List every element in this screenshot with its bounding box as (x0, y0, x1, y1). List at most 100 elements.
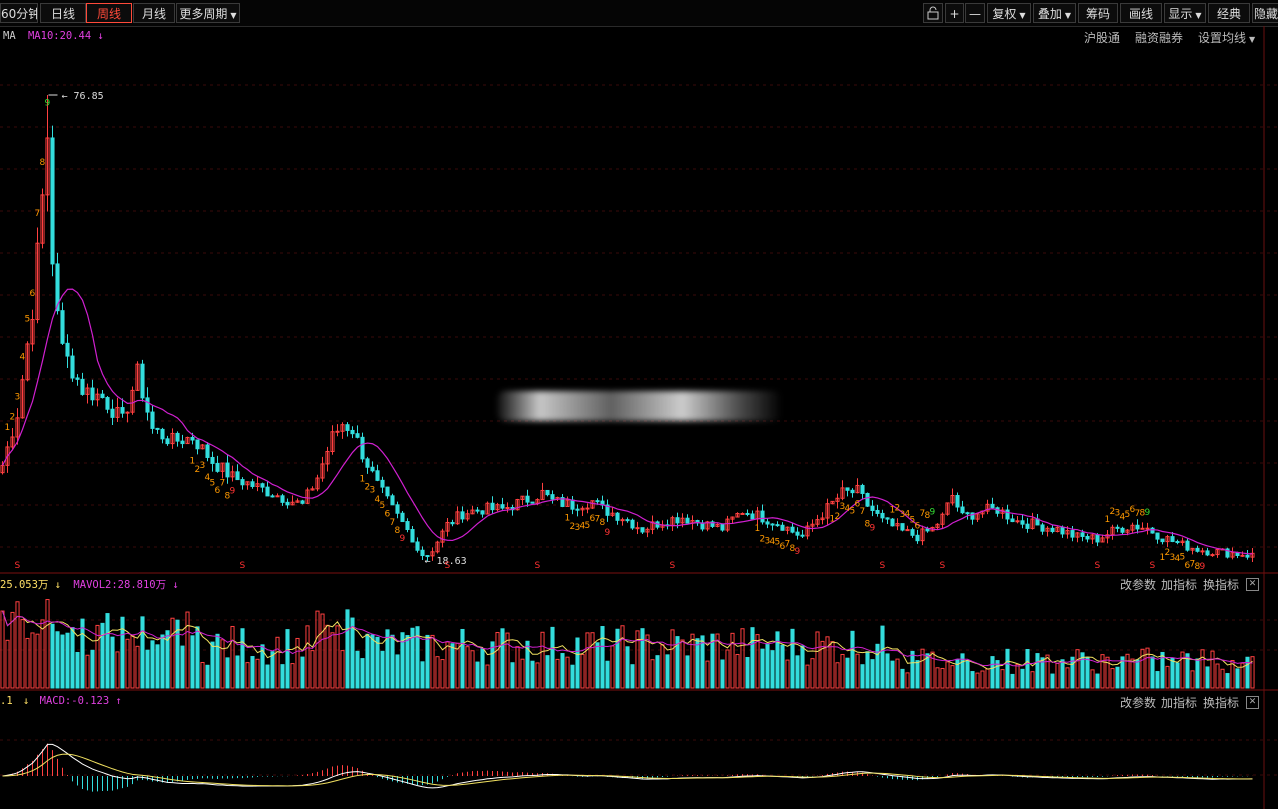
candle-up (620, 519, 625, 522)
volume-bar-up (135, 645, 140, 689)
vol-value: 25.053万 (0, 579, 49, 591)
volume-bar-up (805, 664, 810, 689)
candle-down (640, 527, 645, 533)
volume-bar-up (275, 636, 280, 689)
candle-down (415, 541, 420, 551)
candle-down (450, 521, 455, 525)
candle-down (490, 502, 495, 511)
volume-bar-up (85, 654, 90, 689)
volume-bar-up (295, 637, 300, 689)
macd-switch-indicator[interactable]: 换指标 (1203, 694, 1239, 711)
volume-bar-up (980, 670, 985, 689)
volume-bar-down (560, 653, 565, 689)
volume-bar-down (300, 656, 305, 689)
vol-switch-indicator[interactable]: 换指标 (1203, 576, 1239, 593)
volume-bar-down (900, 668, 905, 689)
sell-signal-marker: S (940, 561, 946, 571)
candle-down (160, 428, 165, 440)
link-margin-trading[interactable]: 融资融券 (1135, 29, 1183, 46)
volume-bar-down (240, 628, 245, 689)
volume-bar-up (810, 658, 815, 689)
candle-down (1070, 530, 1075, 538)
volume-bar-up (940, 667, 945, 689)
candle-down (140, 363, 145, 399)
volume-bar-down (80, 618, 85, 689)
macd-legend: .1 ↓ MACD:-0.123 ↑ (0, 695, 122, 707)
sell-signal-marker: S (445, 561, 451, 571)
volume-bar-up (660, 644, 665, 689)
vol-change-params[interactable]: 改参数 (1120, 576, 1156, 593)
volume-bar-up (840, 653, 845, 689)
candle-down (1025, 523, 1030, 529)
volume-bar-up (40, 619, 45, 689)
volume-bar-down (925, 653, 930, 689)
volume-bar-up (835, 662, 840, 689)
volume-bar-up (200, 661, 205, 689)
volume-bar-up (825, 636, 830, 689)
candle-down (960, 506, 965, 514)
macd-arrow-icon: ↑ (115, 695, 122, 707)
link-hk-connect[interactable]: 沪股通 (1084, 29, 1120, 46)
volume-bar-down (140, 616, 145, 689)
volume-bar-up (830, 641, 835, 689)
candle-down (300, 500, 305, 504)
volume-bar-down (665, 654, 670, 689)
candle-down (955, 495, 960, 508)
volume-bar-down (700, 635, 705, 689)
volume-bar-down (1245, 656, 1250, 689)
candle-down (595, 500, 600, 503)
volume-bar-down (1060, 659, 1065, 689)
link-set-ma[interactable]: 设置均线 ▼ (1198, 29, 1255, 46)
sell-signal-marker: S (240, 561, 246, 571)
candle-down (890, 518, 895, 527)
macd-change-params[interactable]: 改参数 (1120, 694, 1156, 711)
volume-bar-down (1155, 671, 1160, 689)
volume-bar-up (290, 663, 295, 689)
sell-signal-marker: S (15, 561, 21, 571)
candle-down (885, 517, 890, 520)
sequence-digit: 6 (915, 521, 921, 531)
volume-bar-up (1125, 653, 1130, 689)
volume-bar-down (640, 628, 645, 689)
volume-bar-up (1100, 654, 1105, 689)
volume-bar-up (1065, 667, 1070, 689)
volume-bar-down (480, 648, 485, 689)
volume-bar-up (15, 601, 20, 689)
volume-bar-up (35, 633, 40, 689)
sequence-digit: 9 (400, 534, 406, 544)
vol-add-indicator[interactable]: 加指标 (1161, 576, 1197, 593)
volume-bar-up (1090, 669, 1095, 689)
volume-bar-up (1015, 664, 1020, 689)
volume-bar-down (190, 635, 195, 689)
volume-bar-up (1130, 658, 1135, 689)
volume-bar-down (795, 655, 800, 689)
volume-bar-up (1190, 670, 1195, 689)
macd-add-indicator[interactable]: 加指标 (1161, 694, 1197, 711)
sequence-digit: 6 (30, 289, 36, 299)
sequence-digit: 2 (10, 412, 16, 422)
candle-down (475, 509, 480, 512)
volume-bar-down (750, 627, 755, 689)
volume-bar-down (1050, 673, 1055, 689)
volume-bar-up (975, 672, 980, 689)
volume-bar-down (90, 649, 95, 689)
macd-value: MACD:-0.123 (39, 695, 110, 707)
volume-bar-down (395, 654, 400, 689)
vol-close-icon[interactable]: ✕ (1246, 578, 1259, 591)
sequence-digit: 7 (860, 507, 866, 517)
candle-down (75, 377, 80, 380)
volume-bar-down (970, 671, 975, 689)
candle-down (1245, 554, 1250, 558)
ma10-arrow-icon: ↓ (97, 30, 104, 42)
candle-down (1095, 534, 1100, 543)
macd-close-icon[interactable]: ✕ (1246, 696, 1259, 709)
candle-down (165, 438, 170, 445)
candle-down (685, 517, 690, 524)
volume-bar-down (1205, 666, 1210, 689)
candle-down (525, 495, 530, 503)
volume-bar-up (230, 625, 235, 689)
ma-indicator-name: MA (3, 30, 16, 42)
volume-bar-down (845, 657, 850, 689)
sell-signal-marker: S (1150, 561, 1156, 571)
candle-down (360, 436, 365, 460)
